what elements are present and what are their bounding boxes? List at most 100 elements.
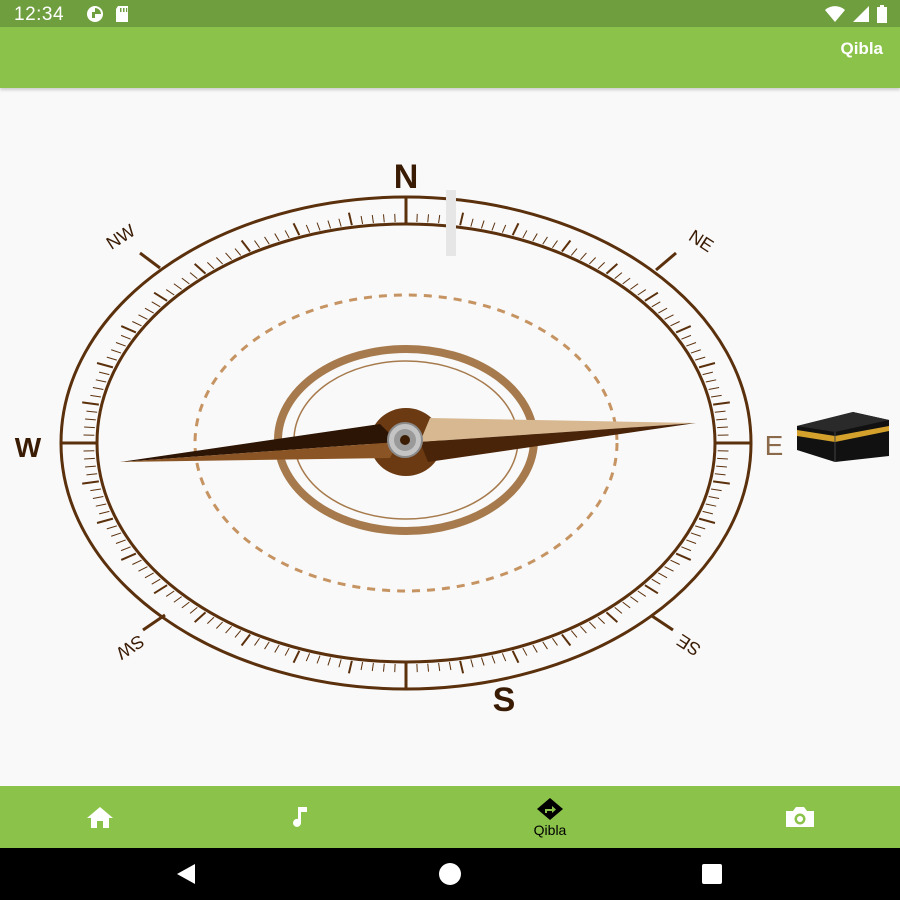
compass-tick xyxy=(580,626,587,634)
compass-tick xyxy=(637,590,647,597)
compass-dial: N S W E NW NE SW SE xyxy=(15,158,784,719)
compass-tick xyxy=(427,663,430,672)
bottom-navigation: Qibla xyxy=(0,786,900,848)
compass-tick xyxy=(580,252,587,260)
nav-item-home[interactable] xyxy=(40,786,160,848)
nav-item-qibla[interactable]: Qibla xyxy=(490,786,610,848)
compass-tick xyxy=(327,220,332,229)
compass-tick xyxy=(92,387,104,390)
music-note-icon xyxy=(293,806,307,827)
compass-tick xyxy=(254,240,260,249)
compass-tick xyxy=(151,578,161,585)
compass-tick xyxy=(193,263,207,275)
compass-tick xyxy=(698,517,716,524)
compass-tick xyxy=(206,261,215,270)
compass-tick xyxy=(86,473,98,476)
compass-tick xyxy=(274,233,280,242)
compass-tick xyxy=(84,457,95,460)
compass-tick xyxy=(622,601,631,609)
compass-tick xyxy=(664,566,674,572)
compass-tick xyxy=(151,301,161,308)
compass-tick xyxy=(702,510,714,515)
compass-tick xyxy=(491,222,496,231)
compass-tick xyxy=(98,510,110,515)
compass-tick xyxy=(106,525,117,530)
compass-tick xyxy=(522,230,528,239)
compass-tick xyxy=(522,647,528,656)
compass-tick xyxy=(215,621,224,629)
compass-tick xyxy=(532,644,538,653)
compass-tick xyxy=(702,371,714,376)
kaaba-icon xyxy=(797,412,889,462)
compass-tick xyxy=(82,480,99,485)
compass-tick xyxy=(234,248,242,256)
compass-tick xyxy=(470,659,474,668)
compass-tick xyxy=(686,539,697,544)
compass-tick xyxy=(438,662,441,672)
compass-tick xyxy=(630,596,639,603)
system-navigation-bar xyxy=(0,848,900,900)
nav-label-qibla: Qibla xyxy=(533,821,567,838)
compass-tick xyxy=(690,349,701,354)
compass-tick xyxy=(254,637,260,646)
recents-icon[interactable] xyxy=(701,862,723,886)
label-east: E xyxy=(765,430,784,461)
compass-tick xyxy=(120,546,131,552)
compass-tick xyxy=(181,277,190,285)
compass-tick xyxy=(264,641,270,650)
compass-tick xyxy=(98,371,110,376)
compass-tick xyxy=(360,661,364,671)
compass-tick xyxy=(347,660,353,674)
compass-tick xyxy=(698,362,716,369)
compass-tick xyxy=(193,611,207,623)
compass-tick xyxy=(82,401,99,406)
compass-tick xyxy=(240,239,251,253)
compass-tick xyxy=(95,379,107,383)
compass-tick xyxy=(165,289,175,296)
compass-tick xyxy=(713,401,730,406)
compass-tick xyxy=(84,426,95,429)
compass-tick xyxy=(427,214,430,223)
compass-tick xyxy=(708,387,720,390)
compass-tick xyxy=(115,539,126,544)
compass-tick xyxy=(284,647,290,656)
compass-tick xyxy=(189,606,198,614)
compass-tick xyxy=(570,248,578,256)
compass-tick xyxy=(705,379,717,383)
compass-tick xyxy=(173,596,182,603)
compass-tick xyxy=(605,611,619,623)
compass-tick xyxy=(491,655,496,664)
compass-tick xyxy=(690,532,701,537)
compass-tick xyxy=(686,342,697,347)
compass-tick xyxy=(637,289,647,296)
compass-tick xyxy=(85,465,96,468)
compass-tick xyxy=(644,584,659,595)
compass-tick xyxy=(717,457,728,460)
nav-item-music[interactable] xyxy=(240,786,360,848)
label-west: W xyxy=(15,432,42,463)
compass-tick xyxy=(264,236,270,245)
compass-tick xyxy=(165,590,175,597)
compass-tick xyxy=(597,261,606,270)
home-icon xyxy=(87,806,113,828)
nav-item-camera[interactable] xyxy=(740,786,860,848)
compass-tick xyxy=(111,349,122,354)
compass-tick xyxy=(90,488,102,492)
compass-tick xyxy=(714,473,726,476)
back-icon[interactable] xyxy=(175,862,197,886)
compass-tick xyxy=(561,239,572,253)
compass-tick xyxy=(292,650,301,664)
compass-tick xyxy=(511,222,520,236)
compass-tick xyxy=(132,559,142,565)
compass-tick xyxy=(459,660,465,674)
compass-tick xyxy=(552,637,558,646)
compass-tick xyxy=(716,465,727,468)
compass-tick xyxy=(622,277,631,285)
compass-tick xyxy=(658,307,668,314)
compass-tick xyxy=(120,552,137,561)
compass-tick xyxy=(542,236,548,245)
compass-tick xyxy=(695,525,706,530)
label-southwest: SW xyxy=(113,631,148,664)
home-circle-icon[interactable] xyxy=(438,862,462,886)
compass-tick xyxy=(274,644,280,653)
